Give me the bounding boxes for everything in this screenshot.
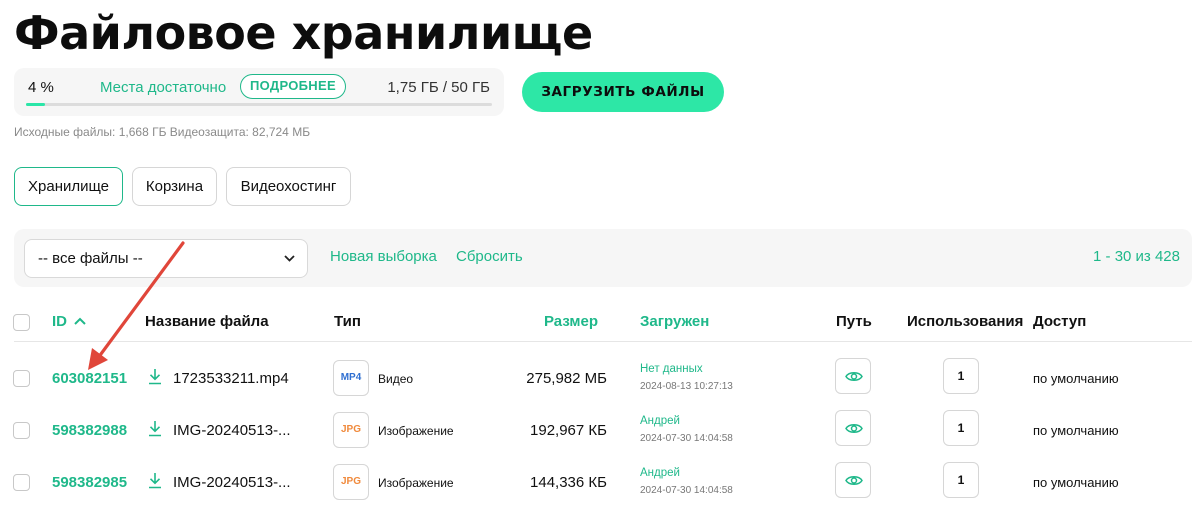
storage-card: 4 % Места достаточно ПОДРОБНЕЕ 1,75 ГБ /… — [14, 68, 504, 116]
download-icon[interactable] — [148, 420, 164, 438]
upload-date: 2024-07-30 14:04:58 — [640, 485, 733, 496]
pagination-info: 1 - 30 из 428 — [1093, 248, 1180, 265]
eye-icon — [845, 424, 863, 433]
column-header-uploaded[interactable]: Загружен — [640, 313, 709, 330]
page-title: Файловое хранилище — [14, 6, 593, 60]
upload-date: 2024-08-13 10:27:13 — [640, 381, 733, 392]
file-id-link[interactable]: 603082151 — [52, 370, 127, 387]
column-header-access: Доступ — [1033, 313, 1087, 330]
file-id-link[interactable]: 598382988 — [52, 422, 127, 439]
column-header-uses: Использования — [907, 313, 1024, 330]
access-value: по умолчанию — [1033, 423, 1119, 438]
uploader-name: Андрей — [640, 467, 680, 479]
reset-link[interactable]: Сбросить — [456, 248, 523, 265]
tab-trash[interactable]: Корзина — [132, 167, 217, 206]
column-header-id[interactable]: ID — [52, 313, 86, 330]
file-filter-select[interactable]: -- все файлы -- — [24, 239, 308, 278]
column-header-name[interactable]: Название файла — [145, 313, 269, 330]
column-header-path: Путь — [836, 313, 872, 330]
chevron-up-icon — [74, 317, 86, 325]
storage-progress-bar — [26, 103, 492, 106]
more-button[interactable]: ПОДРОБНЕЕ — [240, 74, 346, 99]
table-header-divider — [14, 341, 1192, 342]
eye-icon — [845, 372, 863, 381]
column-id-label: ID — [52, 313, 67, 330]
download-icon[interactable] — [148, 472, 164, 490]
storage-status: Места достаточно — [100, 79, 227, 96]
file-type-badge: MP4 — [333, 360, 369, 396]
file-size: 192,967 КБ — [530, 422, 607, 439]
tab-video-hosting[interactable]: Видеохостинг — [226, 167, 351, 206]
uses-count-button[interactable]: 1 — [943, 462, 979, 498]
table-row[interactable]: 598382985 IMG-20240513-... JPG Изображен… — [0, 458, 1200, 510]
file-type-label: Изображение — [378, 476, 454, 490]
upload-button[interactable]: ЗАГРУЗИТЬ ФАЙЛЫ — [522, 72, 724, 112]
path-view-button[interactable] — [835, 410, 871, 446]
file-name: IMG-20240513-... — [173, 422, 291, 439]
filter-bar: -- все файлы -- Новая выборка Сбросить 1… — [14, 229, 1192, 287]
file-name: IMG-20240513-... — [173, 474, 291, 491]
uploader-name: Нет данных — [640, 363, 703, 375]
path-view-button[interactable] — [835, 462, 871, 498]
file-type-label: Изображение — [378, 424, 454, 438]
file-type-badge: JPG — [333, 464, 369, 500]
file-size: 275,982 МБ — [526, 370, 607, 387]
table-row[interactable]: 598382988 IMG-20240513-... JPG Изображен… — [0, 406, 1200, 458]
file-type-label: Видео — [378, 372, 414, 386]
file-filter-value: -- все файлы -- — [38, 250, 143, 267]
access-value: по умолчанию — [1033, 371, 1119, 386]
file-id-link[interactable]: 598382985 — [52, 474, 127, 491]
tab-storage[interactable]: Хранилище — [14, 167, 123, 206]
storage-used: 1,75 ГБ / 50 ГБ — [387, 79, 490, 96]
path-view-button[interactable] — [835, 358, 871, 394]
eye-icon — [845, 476, 863, 485]
select-all-checkbox[interactable] — [13, 314, 30, 331]
uses-count-button[interactable]: 1 — [943, 358, 979, 394]
storage-percent: 4 % — [28, 79, 54, 96]
access-value: по умолчанию — [1033, 475, 1119, 490]
upload-date: 2024-07-30 14:04:58 — [640, 433, 733, 444]
row-checkbox[interactable] — [13, 422, 30, 439]
uses-count-button[interactable]: 1 — [943, 410, 979, 446]
file-name: 1723533211.mp4 — [173, 370, 289, 387]
file-type-badge: JPG — [333, 412, 369, 448]
row-checkbox[interactable] — [13, 474, 30, 491]
download-icon[interactable] — [148, 368, 164, 386]
chevron-down-icon — [284, 240, 295, 277]
column-header-size[interactable]: Размер — [544, 313, 598, 330]
file-size: 144,336 КБ — [530, 474, 607, 491]
uploader-name: Андрей — [640, 415, 680, 427]
column-header-type[interactable]: Тип — [334, 313, 361, 330]
new-selection-link[interactable]: Новая выборка — [330, 248, 437, 265]
sources-note: Исходные файлы: 1,668 ГБ Видеозащита: 82… — [14, 125, 311, 139]
row-checkbox[interactable] — [13, 370, 30, 387]
table-row[interactable]: 603082151 1723533211.mp4 MP4 Видео 275,9… — [0, 354, 1200, 406]
storage-progress-fill — [26, 103, 45, 106]
